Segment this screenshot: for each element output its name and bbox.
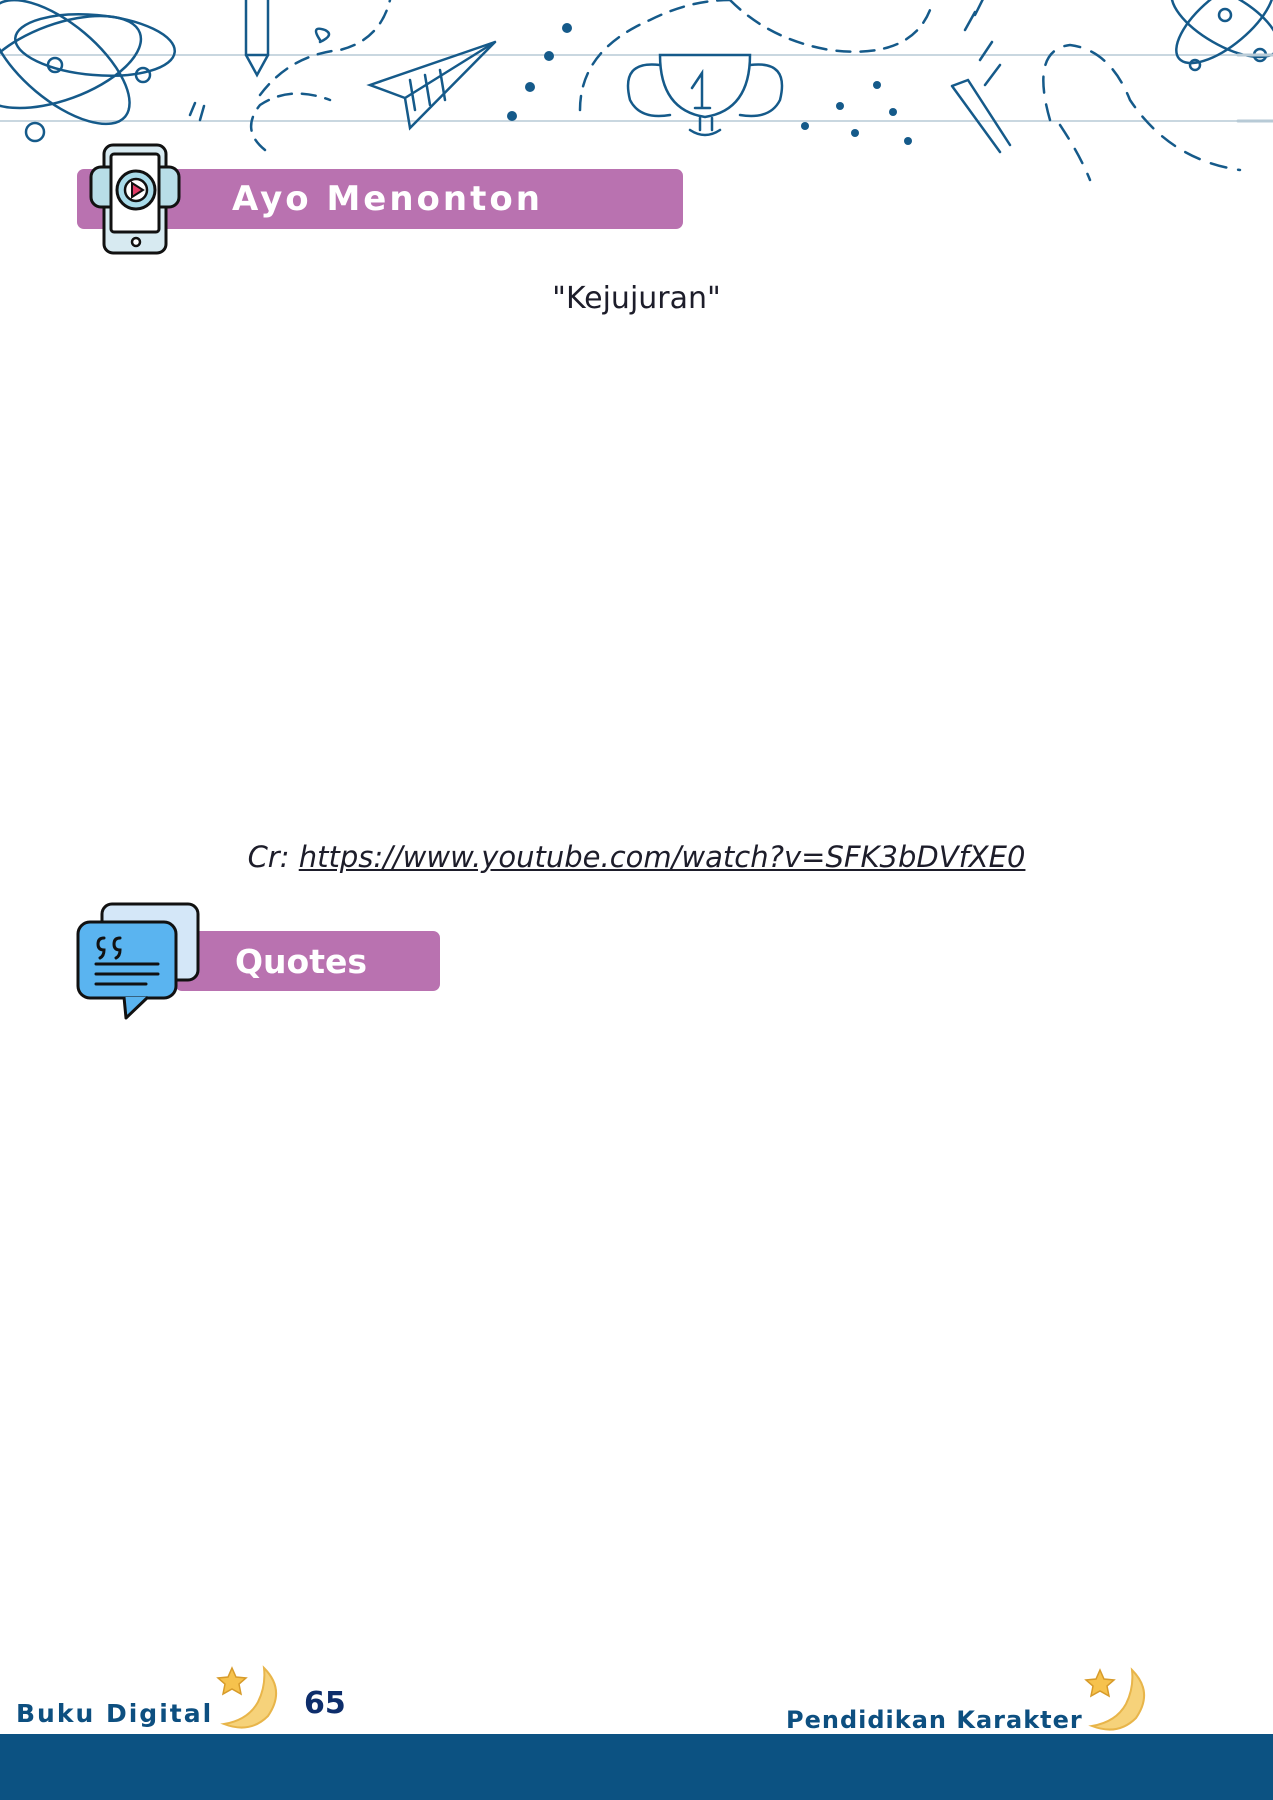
footer-band — [0, 1734, 1273, 1800]
video-credit: Cr: https://www.youtube.com/watch?v=SFK3… — [0, 840, 1273, 874]
trophy-icon — [626, 53, 784, 137]
header-doodles — [0, 0, 1273, 182]
section-header-quotes: Quotes — [175, 931, 440, 991]
pencil-icon — [244, 0, 270, 78]
chat-quote-icon — [76, 902, 200, 1020]
moon-star-icon — [1084, 1667, 1145, 1731]
phone-video-icon — [89, 143, 181, 255]
section-title-quotes: Quotes — [235, 941, 368, 981]
section-title-watch: Ayo Menonton — [232, 179, 543, 219]
footer-book-label: Buku Digital — [16, 1699, 214, 1728]
atom-icon — [1170, 0, 1273, 72]
footer-subject-label: Pendidikan Karakter — [786, 1706, 1083, 1734]
video-link[interactable]: https://www.youtube.com/watch?v=SFK3bDVf… — [299, 840, 1026, 874]
page-number: 65 — [304, 1686, 346, 1721]
credit-prefix: Cr: — [247, 840, 290, 874]
atom-icon — [0, 0, 176, 143]
video-title: "Kejujuran" — [552, 281, 721, 316]
moon-star-icon — [216, 1665, 277, 1729]
